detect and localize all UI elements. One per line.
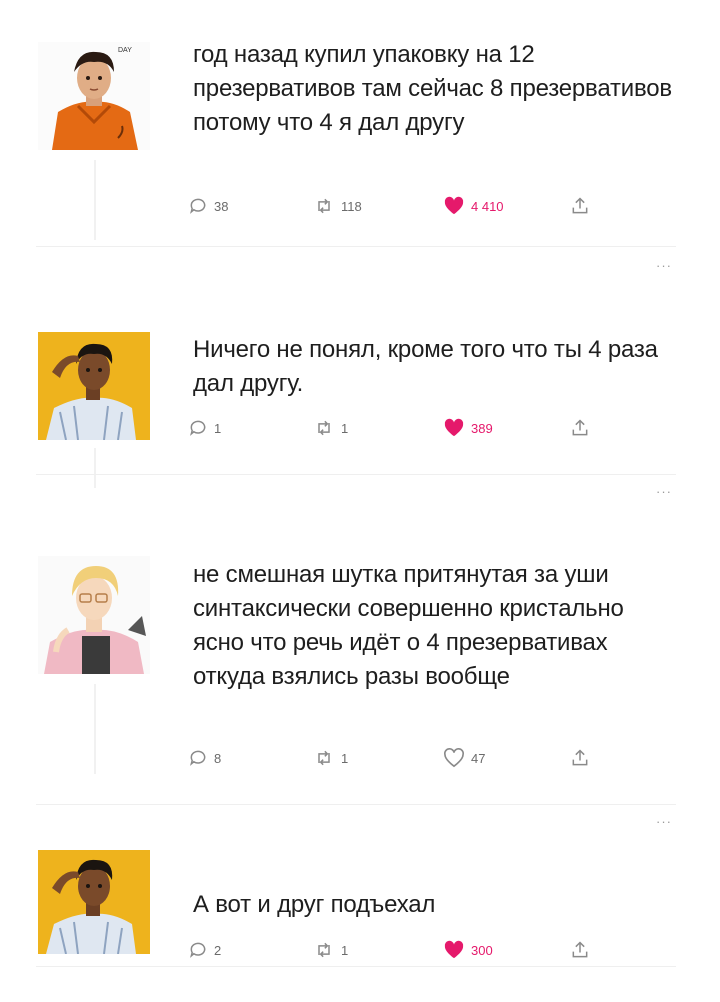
share-icon xyxy=(572,941,588,958)
avatar[interactable] xyxy=(38,850,150,954)
divider xyxy=(36,966,676,967)
share-button[interactable] xyxy=(570,935,590,965)
like-icon xyxy=(444,940,464,959)
post-4: А вот и друг подъехал 2 1 300 xyxy=(0,0,720,1002)
like-count: 300 xyxy=(471,942,493,958)
post-text: А вот и друг подъехал xyxy=(193,891,436,918)
repost-button[interactable]: 1 xyxy=(313,935,348,965)
reply-count: 2 xyxy=(214,942,222,958)
reply-icon xyxy=(190,942,206,958)
reply-button[interactable]: 2 xyxy=(188,935,221,965)
repost-count: 1 xyxy=(341,942,349,958)
like-button[interactable]: 300 xyxy=(443,935,493,965)
post-actions: 2 1 300 xyxy=(178,935,618,965)
repost-icon xyxy=(318,942,330,958)
